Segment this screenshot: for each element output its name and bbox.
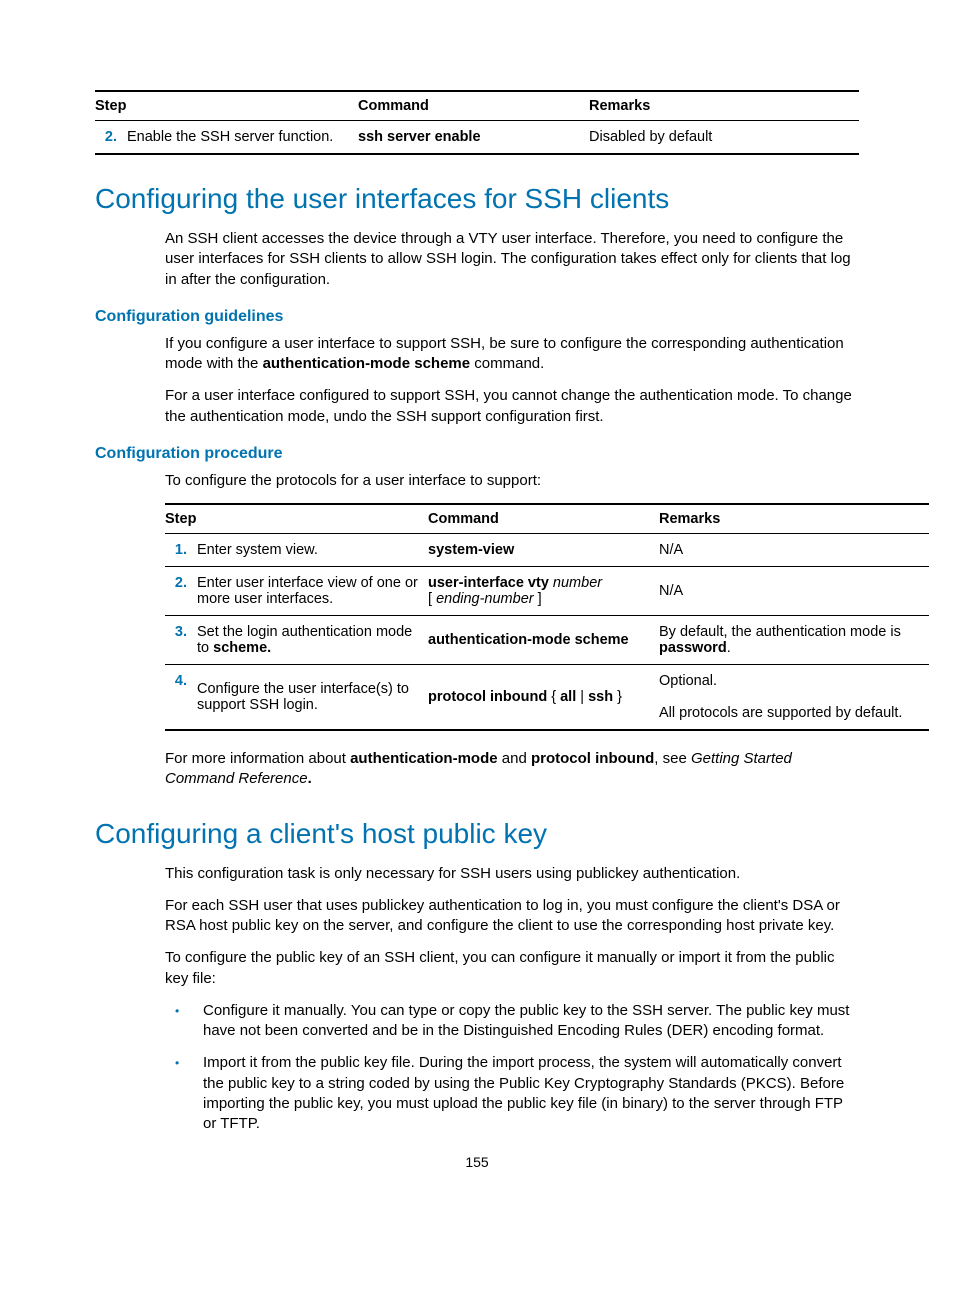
bullet-list: Configure it manually. You can type or c… <box>95 1001 859 1135</box>
step-command: protocol inbound { all | ssh } <box>428 665 659 731</box>
step-remarks: Disabled by default <box>589 121 859 155</box>
col-step: Step <box>165 504 428 534</box>
step-remarks: N/A <box>659 567 929 616</box>
table-ssh-server: Step Command Remarks 2. Enable the SSH s… <box>95 90 859 155</box>
step-remarks: N/A <box>659 534 929 567</box>
page-number: 155 <box>95 1154 859 1170</box>
step-desc: Set the login authentication mode to sch… <box>197 616 428 665</box>
table-row: 1. Enter system view. system-view N/A <box>165 534 929 567</box>
step-number: 4. <box>165 665 197 731</box>
table-row: 4. Configure the user interface(s) to su… <box>165 665 929 731</box>
step-number: 2. <box>165 567 197 616</box>
body-paragraph: This configuration task is only necessar… <box>95 864 859 884</box>
step-desc: Enter user interface view of one or more… <box>197 567 428 616</box>
subsection-heading: Configuration procedure <box>95 445 859 463</box>
subsection-heading: Configuration guidelines <box>95 308 859 326</box>
list-item: Configure it manually. You can type or c… <box>165 1001 859 1042</box>
step-number: 2. <box>95 121 127 155</box>
procedure-intro: To configure the protocols for a user in… <box>95 471 859 491</box>
step-desc: Configure the user interface(s) to suppo… <box>197 665 428 731</box>
step-number: 1. <box>165 534 197 567</box>
step-command: system-view <box>428 534 659 567</box>
step-command: authentication-mode scheme <box>428 616 659 665</box>
table-row: 3. Set the login authentication mode to … <box>165 616 929 665</box>
col-step: Step <box>95 91 358 121</box>
col-command: Command <box>428 504 659 534</box>
after-table-note: For more information about authenticatio… <box>95 749 859 790</box>
guideline-paragraph: For a user interface configured to suppo… <box>95 386 859 427</box>
step-command: user-interface vty number [ ending-numbe… <box>428 567 659 616</box>
body-paragraph: To configure the public key of an SSH cl… <box>95 948 859 989</box>
step-desc: Enter system view. <box>197 534 428 567</box>
step-number: 3. <box>165 616 197 665</box>
section-heading: Configuring the user interfaces for SSH … <box>95 183 859 215</box>
step-remarks: Optional. All protocols are supported by… <box>659 665 929 731</box>
table-row: 2. Enable the SSH server function. ssh s… <box>95 121 859 155</box>
step-desc: Enable the SSH server function. <box>127 121 358 155</box>
table-user-interface: Step Command Remarks 1. Enter system vie… <box>95 503 929 731</box>
body-paragraph: For each SSH user that uses publickey au… <box>95 896 859 937</box>
section-heading: Configuring a client's host public key <box>95 818 859 850</box>
col-remarks: Remarks <box>589 91 859 121</box>
guideline-paragraph: If you configure a user interface to sup… <box>95 334 859 375</box>
step-command: ssh server enable <box>358 121 589 155</box>
col-command: Command <box>358 91 589 121</box>
col-remarks: Remarks <box>659 504 929 534</box>
table-row: 2. Enter user interface view of one or m… <box>165 567 929 616</box>
intro-paragraph: An SSH client accesses the device throug… <box>95 229 859 290</box>
step-remarks: By default, the authentication mode is p… <box>659 616 929 665</box>
list-item: Import it from the public key file. Duri… <box>165 1053 859 1134</box>
